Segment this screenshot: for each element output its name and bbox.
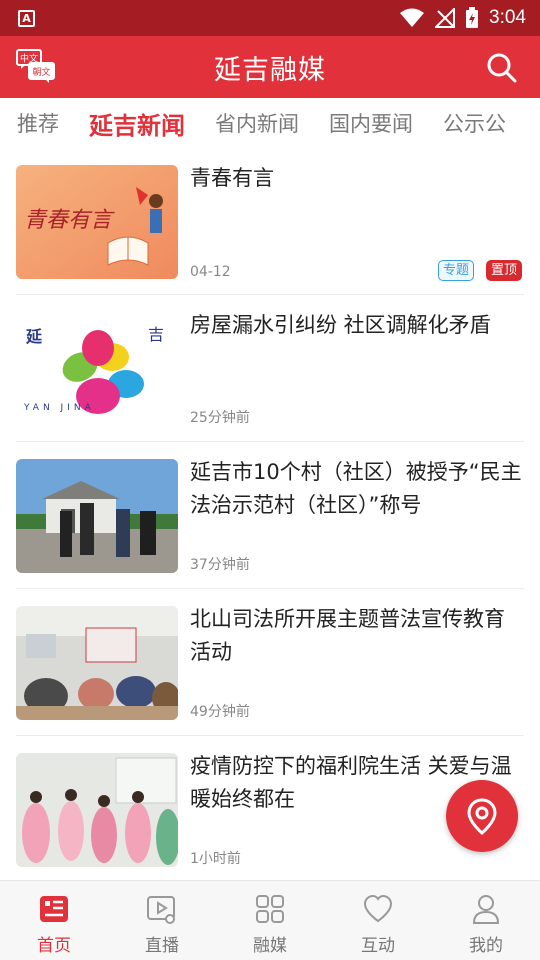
news-time: 25分钟前 xyxy=(190,410,250,426)
news-item[interactable]: 青春有言 青春有言 04-12 专题 置顶 xyxy=(16,148,524,295)
nav-label: 互动 xyxy=(361,936,395,956)
grid-icon xyxy=(256,895,284,923)
app-header: 中文 朝文 延吉融媒 xyxy=(0,36,540,98)
tab-national-news[interactable]: 国内要闻 xyxy=(329,108,413,138)
app-notification-icon: A xyxy=(18,9,35,27)
tab-recommend[interactable]: 推荐 xyxy=(17,108,59,138)
news-time: 04-12 xyxy=(190,264,231,280)
search-icon xyxy=(487,53,517,83)
yanjia-logo-image: 延 吉 YAN JINA xyxy=(16,312,178,426)
topic-badge: 专题 xyxy=(437,260,474,281)
news-title: 房屋漏水引纠纷 社区调解化矛盾 xyxy=(190,313,491,337)
tab-announcements[interactable]: 公示公 xyxy=(443,108,506,138)
welfare-home-photo xyxy=(16,753,178,867)
village-photo xyxy=(16,459,178,573)
nav-label: 首页 xyxy=(37,936,71,956)
app-title: 延吉融媒 xyxy=(214,54,326,86)
lang-bottom-label: 朝文 xyxy=(32,66,50,78)
news-item[interactable]: 北山司法所开展主题普法宣传教育活动 49分钟前 xyxy=(16,589,524,736)
home-news-icon xyxy=(40,896,68,922)
nav-media[interactable]: 融媒 xyxy=(216,881,324,960)
news-title: 延吉市10个村（社区）被授予“民主法治示范村（社区）”称号 xyxy=(190,460,522,517)
news-title: 北山司法所开展主题普法宣传教育活动 xyxy=(190,607,505,664)
clock: 3:04 xyxy=(489,7,526,28)
nav-label: 我的 xyxy=(469,936,503,956)
nav-mine[interactable]: 我的 xyxy=(432,881,540,960)
news-thumbnail: 延 吉 YAN JINA xyxy=(16,312,178,426)
news-time: 37分钟前 xyxy=(190,557,250,573)
language-switch-button[interactable]: 中文 朝文 xyxy=(16,48,56,84)
news-list: 青春有言 青春有言 04-12 专题 置顶 延 吉 YAN JINA 房屋漏水引… xyxy=(0,148,540,883)
search-button[interactable] xyxy=(486,52,518,84)
logo-text: YAN JINA xyxy=(23,403,95,413)
news-item[interactable]: 延吉市10个村（社区）被授予“民主法治示范村（社区）”称号 37分钟前 xyxy=(16,442,524,589)
news-thumbnail: 青春有言 xyxy=(16,165,178,279)
category-tabs: 推荐 延吉新闻 省内新闻 国内要闻 公示公 xyxy=(0,98,540,148)
tab-yanji-news[interactable]: 延吉新闻 xyxy=(89,106,185,141)
news-thumbnail xyxy=(16,459,178,573)
language-switch-icon: 中文 朝文 xyxy=(16,49,55,83)
tab-provincial-news[interactable]: 省内新闻 xyxy=(215,108,299,138)
youth-speaks-image: 青春有言 xyxy=(16,165,178,279)
news-item[interactable]: 延 吉 YAN JINA 房屋漏水引纠纷 社区调解化矛盾 25分钟前 xyxy=(16,295,524,442)
user-icon xyxy=(472,895,500,924)
nav-live[interactable]: 直播 xyxy=(108,881,216,960)
news-thumbnail xyxy=(16,606,178,720)
svg-text:吉: 吉 xyxy=(148,325,164,344)
location-button[interactable] xyxy=(446,780,518,852)
thumbnail-caption: 青春有言 xyxy=(24,208,115,233)
news-time: 49分钟前 xyxy=(190,704,250,720)
news-thumbnail xyxy=(16,753,178,867)
nav-home[interactable]: 首页 xyxy=(0,881,108,960)
lang-top-label: 中文 xyxy=(20,53,38,65)
news-title: 青春有言 xyxy=(190,166,274,190)
app-screen: A 3:04 中文 朝文 延吉融媒 推荐 延吉新闻 省内新闻 国内要闻 公示公 … xyxy=(0,0,540,960)
svg-text:延: 延 xyxy=(25,327,43,346)
location-pin-icon xyxy=(467,798,497,835)
wifi-icon xyxy=(400,8,425,27)
bottom-navigation: 首页 直播 融媒 互动 我的 xyxy=(0,880,540,960)
heart-icon xyxy=(363,894,393,923)
nav-interact[interactable]: 互动 xyxy=(324,881,432,960)
news-time: 1小时前 xyxy=(190,851,241,867)
nav-label: 融媒 xyxy=(253,936,287,956)
pinned-badge: 置顶 xyxy=(485,260,522,281)
nav-label: 直播 xyxy=(145,936,179,956)
meeting-room-photo xyxy=(16,606,178,720)
live-video-icon xyxy=(147,896,175,924)
status-bar: A 3:04 xyxy=(0,0,540,36)
no-signal-icon xyxy=(435,8,456,28)
battery-charging-icon xyxy=(466,7,479,28)
